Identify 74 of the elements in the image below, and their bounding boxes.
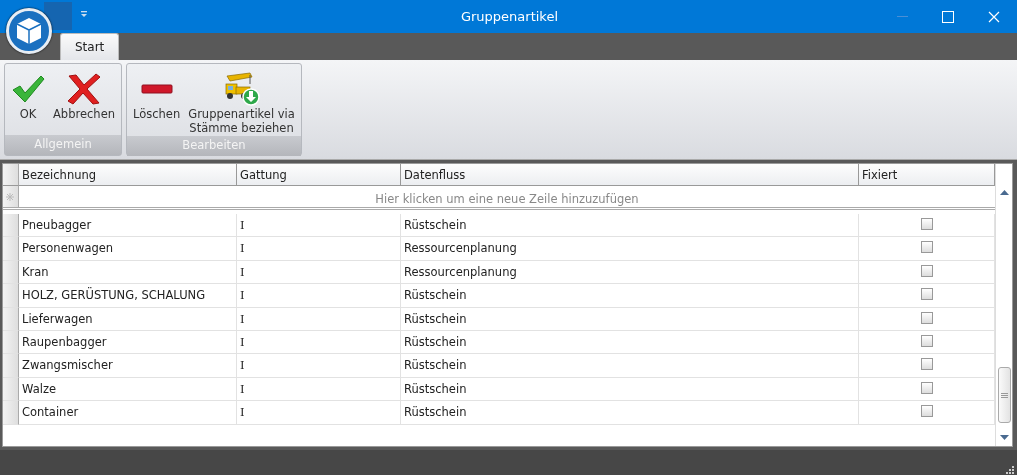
scrollbar-thumb[interactable] — [997, 367, 1011, 423]
checkbox[interactable] — [920, 358, 933, 371]
table-cell: I — [237, 260, 401, 285]
table-cell: Ressourcenplanung — [401, 260, 859, 285]
row-selector[interactable] — [3, 214, 19, 238]
row-selector[interactable] — [3, 186, 19, 207]
row-selector[interactable] — [3, 377, 19, 402]
table-cell: I — [237, 401, 401, 425]
checkbox[interactable] — [920, 405, 933, 418]
row-selector[interactable] — [3, 260, 19, 285]
table-cell: I — [237, 354, 401, 378]
checkbox[interactable] — [920, 241, 933, 254]
column-header[interactable]: Datenfluss — [401, 164, 859, 186]
table-cell: Rüstschein — [401, 377, 859, 402]
row-selector[interactable] — [3, 330, 19, 355]
group-label: Allgemein — [5, 134, 121, 155]
scroll-down-icon[interactable] — [999, 435, 1009, 440]
ribbon-button[interactable]: OK — [7, 70, 49, 122]
column-header[interactable]: Gattung — [237, 164, 401, 186]
scroll-up-icon[interactable] — [999, 190, 1009, 195]
ribbon-tab[interactable]: Start — [60, 33, 120, 60]
resize-grip-icon[interactable] — [1006, 466, 1014, 474]
column-header[interactable]: Fixiert — [859, 164, 995, 186]
dropdown-icon[interactable] — [80, 10, 88, 18]
quick-access-toolbar — [44, 2, 72, 30]
table-cell: Zwangsmischer — [19, 354, 237, 378]
header-corner — [3, 164, 19, 186]
table-cell: Rüstschein — [401, 330, 859, 355]
table-cell: I — [237, 284, 401, 308]
row-selector[interactable] — [3, 237, 19, 261]
checkbox[interactable] — [920, 311, 933, 324]
table-cell: Rüstschein — [401, 284, 859, 308]
row-selector[interactable] — [3, 401, 19, 425]
table-cell: Rüstschein — [401, 354, 859, 378]
table-cell: HOLZ, GERÜSTUNG, SCHALUNG — [19, 284, 237, 308]
table-cell: Container — [19, 401, 237, 425]
table-cell: I — [237, 377, 401, 402]
table-cell: Rüstschein — [401, 214, 859, 238]
table-cell: I — [237, 330, 401, 355]
table-cell: Ressourcenplanung — [401, 237, 859, 261]
checkbox[interactable] — [920, 264, 933, 277]
checkbox[interactable] — [920, 334, 933, 347]
new-row-icon — [6, 193, 14, 201]
table-cell: Pneubagger — [19, 214, 237, 238]
crane-truck-icon — [223, 72, 260, 106]
checkbox[interactable] — [920, 381, 933, 394]
ribbon-button[interactable]: Gruppenartikel via Stämme beziehen — [184, 70, 299, 136]
cross-icon — [66, 73, 102, 105]
new-row-hint[interactable]: Hier klicken um eine neue Zeile hinzuzufügen — [19, 186, 995, 207]
checkbox[interactable] — [920, 218, 933, 230]
table-cell: I — [237, 214, 401, 238]
table-cell: I — [237, 307, 401, 331]
table-cell: Lieferwagen — [19, 307, 237, 331]
column-header[interactable]: Bezeichnung — [19, 164, 237, 186]
close-icon[interactable] — [988, 10, 1000, 23]
row-selector[interactable] — [3, 354, 19, 378]
window-title: Gruppenartikel — [460, 7, 559, 26]
table-cell: Rüstschein — [401, 307, 859, 331]
row-selector[interactable] — [3, 284, 19, 308]
table-cell: I — [237, 237, 401, 261]
table-cell: Personenwagen — [19, 237, 237, 261]
table-cell: Raupenbagger — [19, 330, 237, 355]
ribbon-button[interactable]: Abbrechen — [49, 70, 119, 122]
group-label: Bearbeiten — [127, 135, 301, 156]
ribbon-button[interactable]: Löschen — [129, 70, 185, 122]
cube-icon — [16, 17, 42, 45]
checkmark-icon — [11, 74, 45, 104]
table-cell: Kran — [19, 260, 237, 285]
table-cell: Rüstschein — [401, 401, 859, 425]
minus-icon — [140, 84, 173, 94]
row-selector[interactable] — [3, 307, 19, 331]
maximize-icon[interactable] — [942, 10, 954, 23]
checkbox[interactable] — [920, 288, 933, 301]
table-cell: Walze — [19, 377, 237, 402]
